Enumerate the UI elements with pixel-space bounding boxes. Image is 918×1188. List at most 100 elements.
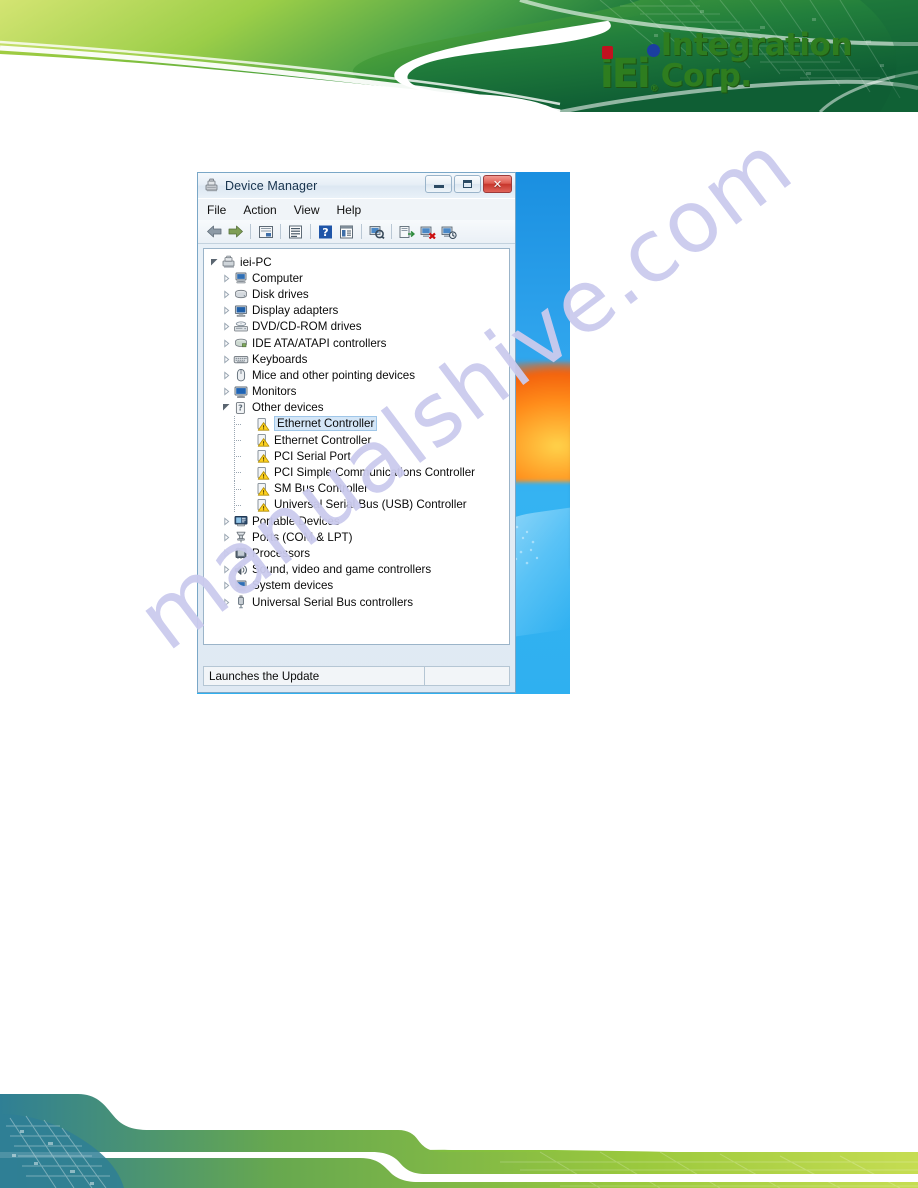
tree-item[interactable]: iei-PC	[204, 254, 509, 270]
tree-connector-stub	[234, 504, 241, 506]
tree-item[interactable]: SM Bus Controller	[204, 480, 509, 497]
tree-expand-arrow-closed[interactable]	[220, 579, 233, 592]
tree-item[interactable]: DVD/CD-ROM drives	[204, 319, 509, 335]
tree-item[interactable]: IDE ATA/ATAPI controllers	[204, 335, 509, 351]
tree-item[interactable]: Ethernet Controller	[204, 415, 509, 433]
view-list-icon[interactable]	[336, 222, 357, 242]
svg-text:?: ?	[238, 403, 243, 412]
tree-expand-arrow-closed[interactable]	[220, 369, 233, 382]
tree-expand-arrow-none	[242, 434, 255, 447]
tree-expand-arrow-closed[interactable]	[220, 385, 233, 398]
tree-expand-arrow-closed[interactable]	[220, 337, 233, 350]
svg-text:?: ?	[322, 226, 328, 239]
tree-item-label: Computer	[252, 271, 303, 285]
tree-item[interactable]: ? Other devices	[204, 400, 509, 416]
tree-expand-arrow-closed[interactable]	[220, 547, 233, 560]
tree-item[interactable]: Universal Serial Bus controllers	[204, 594, 509, 610]
tree-item-label: PCI Simple Communications Controller	[274, 466, 476, 480]
back-icon[interactable]	[204, 222, 225, 242]
forward-icon[interactable]	[225, 222, 246, 242]
tree-expand-arrow-closed[interactable]	[220, 531, 233, 544]
display-adapter-icon	[233, 304, 249, 318]
footer-banner	[0, 1070, 918, 1188]
tree-item[interactable]: Ethernet Controller	[204, 432, 509, 449]
uninstall-device-icon[interactable]	[417, 222, 438, 242]
usb-controller-icon	[233, 595, 249, 609]
tree-item-label: Display adapters	[252, 304, 339, 318]
device-manager-window: Device Manager ✕ File Action View Help ?…	[197, 172, 516, 693]
toolbar-separator	[361, 224, 362, 239]
update-driver-software-icon[interactable]	[396, 222, 417, 242]
disk-drive-icon	[233, 287, 249, 301]
tree-item[interactable]: Mice and other pointing devices	[204, 367, 509, 383]
tree-item[interactable]: Sound, video and game controllers	[204, 562, 509, 578]
status-pane-secondary	[424, 667, 509, 685]
tree-item-label: Universal Serial Bus controllers	[252, 595, 414, 609]
tree-item-label: Universal Serial Bus (USB) Controller	[274, 498, 467, 512]
tree-expand-arrow-closed[interactable]	[220, 596, 233, 609]
tree-item[interactable]: System devices	[204, 578, 509, 594]
tree-item-label: PCI Serial Port	[274, 449, 351, 463]
tree-expand-arrow-none	[242, 466, 255, 479]
keyboard-icon	[233, 352, 249, 366]
menu-file[interactable]: File	[207, 203, 226, 217]
maximize-icon	[463, 180, 472, 188]
footer-banner-graphic	[0, 1070, 918, 1188]
tree-item[interactable]: PCI Simple Communications Controller	[204, 464, 509, 481]
tree-expand-arrow-none	[242, 417, 255, 430]
tree-expand-arrow-closed[interactable]	[220, 288, 233, 301]
tree-item[interactable]: Disk drives	[204, 286, 509, 302]
tree-expand-arrow-closed[interactable]	[220, 320, 233, 333]
show-hide-console-tree-icon[interactable]	[285, 222, 306, 242]
minimize-icon	[433, 185, 444, 188]
close-icon: ✕	[492, 177, 503, 191]
warning-device-icon	[255, 498, 271, 512]
toolbar: ?	[198, 220, 515, 244]
tree-item[interactable]: Ports (COM & LPT)	[204, 529, 509, 545]
tree-item[interactable]: Keyboards	[204, 351, 509, 367]
tree-item-label: Disk drives	[252, 287, 309, 301]
tree-expand-arrow-closed[interactable]	[220, 304, 233, 317]
menu-help[interactable]: Help	[337, 203, 362, 217]
window-controls: ✕	[425, 175, 512, 193]
maximize-button[interactable]	[454, 175, 481, 193]
tree-connector-stub	[234, 440, 241, 442]
page-root: iEi® Integration Corp. manualshive.com D…	[0, 0, 918, 1188]
close-button[interactable]: ✕	[483, 175, 512, 193]
menu-view[interactable]: View	[294, 203, 320, 217]
device-tree[interactable]: iei-PC Computer Disk drives Display adapter…	[203, 248, 510, 645]
mouse-icon	[233, 368, 249, 382]
tree-expand-arrow-closed[interactable]	[220, 272, 233, 285]
header-banner: iEi® Integration Corp.	[0, 0, 918, 112]
disable-device-icon[interactable]	[438, 222, 459, 242]
minimize-button[interactable]	[425, 175, 452, 193]
tree-item[interactable]: PCI Serial Port	[204, 448, 509, 465]
tree-item-label: Ethernet Controller	[274, 433, 372, 447]
help-icon[interactable]: ?	[315, 222, 336, 242]
window-titlebar[interactable]: Device Manager ✕	[198, 173, 515, 198]
tree-item[interactable]: Monitors	[204, 384, 509, 400]
properties-icon[interactable]	[255, 222, 276, 242]
tree-item[interactable]: Portable Devices	[204, 513, 509, 529]
tree-item[interactable]: Universal Serial Bus (USB) Controller	[204, 496, 509, 513]
tree-item[interactable]: Computer	[204, 270, 509, 286]
desktop-screenshot: Device Manager ✕ File Action View Help ?…	[197, 172, 570, 694]
tree-expand-arrow-open[interactable]	[220, 401, 233, 414]
tree-connector-stub	[234, 488, 241, 490]
tree-item-label: Ports (COM & LPT)	[252, 530, 353, 544]
portable-device-icon	[233, 514, 249, 528]
tree-expand-arrow-none	[242, 482, 255, 495]
menu-action[interactable]: Action	[243, 203, 276, 217]
device-manager-icon	[205, 178, 218, 192]
dvd-drive-icon	[233, 320, 249, 334]
tree-item-label: Keyboards	[252, 352, 308, 366]
tree-expand-arrow-closed[interactable]	[220, 515, 233, 528]
company-logo: iEi® Integration Corp.	[600, 30, 918, 95]
window-title: Device Manager	[225, 178, 318, 193]
tree-expand-arrow-open[interactable]	[208, 256, 221, 269]
scan-for-hardware-changes-icon[interactable]	[366, 222, 387, 242]
tree-item[interactable]: Display adapters	[204, 303, 509, 319]
tree-expand-arrow-closed[interactable]	[220, 563, 233, 576]
tree-expand-arrow-closed[interactable]	[220, 353, 233, 366]
tree-item[interactable]: Processors	[204, 545, 509, 561]
